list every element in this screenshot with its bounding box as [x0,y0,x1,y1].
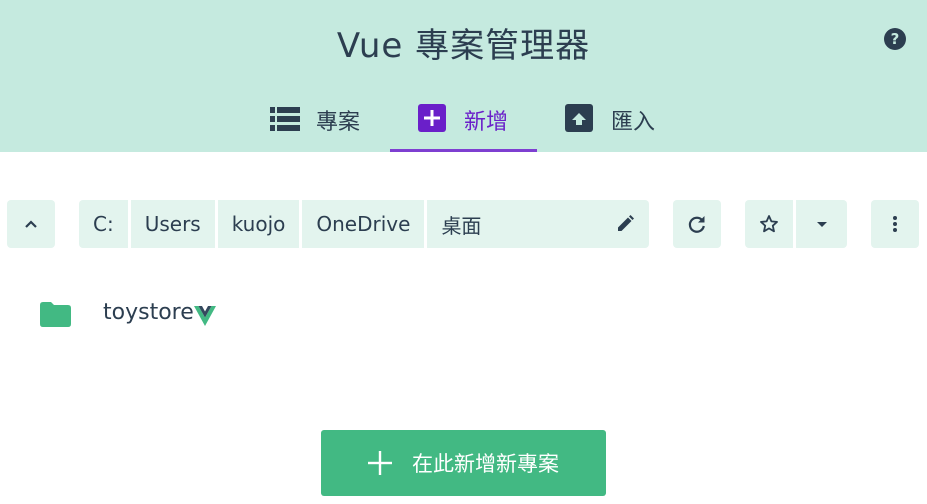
plus-icon [368,451,392,475]
unarchive-icon [565,104,595,134]
folder-name: toystore [103,300,194,325]
help-icon[interactable]: ? [884,28,906,50]
breadcrumb: C: Users kuojo OneDrive 桌面 [79,200,649,248]
app-header: Vue 專案管理器 ? 專案 新增 匯入 [0,0,927,152]
edit-path-icon[interactable] [615,214,635,234]
tab-create[interactable]: 新增 [390,90,537,152]
folder-icon [40,302,71,331]
tab-projects[interactable]: 專案 [270,90,360,152]
create-project-here-button[interactable]: 在此新增新專案 [321,430,606,496]
breadcrumb-segment[interactable]: C: [79,200,128,248]
tab-import-label: 匯入 [611,110,656,135]
refresh-button[interactable] [673,200,721,248]
favorite-button[interactable] [745,200,793,248]
add-box-icon [418,104,448,134]
breadcrumb-segment[interactable]: kuojo [217,200,300,248]
create-project-here-label: 在此新增新專案 [412,452,559,476]
tab-projects-label: 專案 [316,110,361,135]
more-vert-icon [893,216,897,232]
refresh-icon [688,216,705,233]
chevron-up-icon [25,220,37,228]
parent-folder-button[interactable] [7,200,55,248]
tab-create-label: 新增 [464,110,509,135]
star-outline-icon [760,215,778,233]
list-item[interactable]: toystore [0,286,927,344]
breadcrumb-current[interactable]: 桌面 [427,200,649,248]
caret-down-icon [816,222,827,227]
vue-logo-icon [194,306,216,330]
breadcrumb-segment[interactable]: OneDrive [302,200,425,248]
breadcrumb-segment[interactable]: Users [130,200,215,248]
page-title: Vue 專案管理器 [336,26,591,66]
breadcrumb-segment: 桌面 [441,213,482,238]
favorites-dropdown-button[interactable] [796,200,847,248]
tab-import[interactable]: 匯入 [565,90,655,152]
more-options-button[interactable] [871,200,919,248]
list-icon [270,104,300,134]
